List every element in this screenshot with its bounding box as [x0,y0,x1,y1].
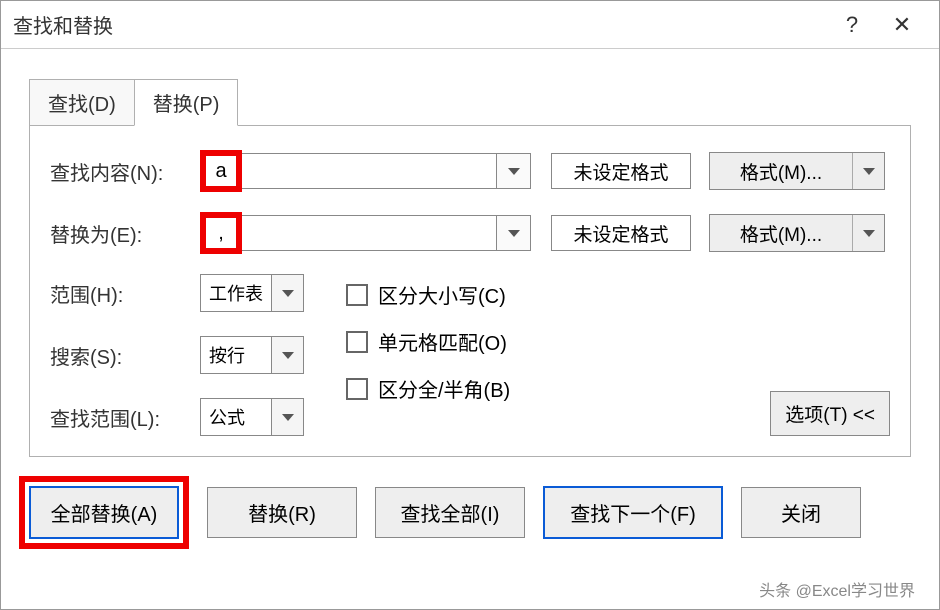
replace-row: 替换为(E): , 未设定格式 格式(M)... [50,212,890,254]
options-toggle-button[interactable]: 选项(T) << [770,391,890,436]
match-case-label: 区分大小写(C) [378,280,506,309]
checkbox-icon [346,331,368,353]
replace-button[interactable]: 替换(R) [207,487,357,538]
lookin-dropdown[interactable] [271,399,303,435]
replace-all-button[interactable]: 全部替换(A) [29,486,179,539]
replace-input-dropdown[interactable] [496,216,530,250]
find-format-dropdown[interactable] [852,153,884,189]
checkbox-icon [346,378,368,400]
find-input-wrap: a [200,150,531,192]
lookin-label: 查找范围(L): [50,403,200,432]
match-case-check[interactable]: 区分大小写(C) [346,280,510,309]
options-left-col: 范围(H): 工作表 搜索(S): 按行 查找范围(L): [50,274,304,436]
find-all-button[interactable]: 查找全部(I) [375,487,525,538]
replace-format-status: 未设定格式 [551,215,691,251]
lookin-row: 查找范围(L): 公式 [50,398,304,436]
replace-input[interactable] [241,215,531,251]
dialog-window: 查找和替换 ? ✕ 查找(D) 替换(P) 查找内容(N): a 未设定格式 格… [0,0,940,610]
dialog-title: 查找和替换 [13,10,827,39]
find-format-status: 未设定格式 [551,153,691,189]
replace-value-highlight: , [200,212,242,254]
scope-dropdown[interactable] [271,275,303,311]
match-cell-check[interactable]: 单元格匹配(O) [346,327,510,356]
content-panel: 查找内容(N): a 未设定格式 格式(M)... 替换为(E): , [29,125,911,457]
replace-label: 替换为(E): [50,219,200,248]
close-button[interactable]: ✕ [877,5,927,45]
match-cell-label: 单元格匹配(O) [378,327,507,356]
find-input-text[interactable] [242,154,496,188]
search-dropdown[interactable] [271,337,303,373]
scope-value: 工作表 [201,275,271,311]
tab-replace[interactable]: 替换(P) [134,79,239,126]
find-row: 查找内容(N): a 未设定格式 格式(M)... [50,150,890,192]
search-row: 搜索(S): 按行 [50,336,304,374]
chevron-down-icon [282,414,294,421]
chevron-down-icon [282,352,294,359]
chevron-down-icon [508,230,520,237]
replace-format-dropdown[interactable] [852,215,884,251]
find-input-dropdown[interactable] [496,154,530,188]
find-value-highlight: a [200,150,242,192]
replace-format-button[interactable]: 格式(M)... [709,214,885,252]
watermark: 头条 @Excel学习世界 [759,577,915,601]
find-input[interactable] [241,153,531,189]
checkbox-column: 区分大小写(C) 单元格匹配(O) 区分全/半角(B) [346,280,510,436]
replace-input-text[interactable] [242,216,496,250]
replace-input-wrap: , [200,212,531,254]
replace-all-highlight: 全部替换(A) [19,476,189,549]
find-format-button[interactable]: 格式(M)... [709,152,885,190]
scope-row: 范围(H): 工作表 [50,274,304,312]
scope-label: 范围(H): [50,279,200,308]
scope-combo[interactable]: 工作表 [200,274,304,312]
tab-find[interactable]: 查找(D) [29,79,135,126]
replace-format-button-label: 格式(M)... [710,220,852,247]
chevron-down-icon [508,168,520,175]
find-next-button[interactable]: 查找下一个(F) [543,486,723,539]
lookin-value: 公式 [201,399,271,435]
titlebar: 查找和替换 ? ✕ [1,1,939,49]
help-button[interactable]: ? [827,5,877,45]
lookin-combo[interactable]: 公式 [200,398,304,436]
match-width-label: 区分全/半角(B) [378,374,510,403]
chevron-down-icon [863,230,875,237]
checkbox-icon [346,284,368,306]
chevron-down-icon [282,290,294,297]
search-combo[interactable]: 按行 [200,336,304,374]
search-value: 按行 [201,337,271,373]
tab-strip: 查找(D) 替换(P) [1,49,939,126]
options-grid: 范围(H): 工作表 搜索(S): 按行 查找范围(L): [50,274,890,436]
search-label: 搜索(S): [50,341,200,370]
find-format-button-label: 格式(M)... [710,158,852,185]
chevron-down-icon [863,168,875,175]
button-bar: 全部替换(A) 替换(R) 查找全部(I) 查找下一个(F) 关闭 [1,458,939,549]
match-width-check[interactable]: 区分全/半角(B) [346,374,510,403]
close-dialog-button[interactable]: 关闭 [741,487,861,538]
find-label: 查找内容(N): [50,157,200,186]
